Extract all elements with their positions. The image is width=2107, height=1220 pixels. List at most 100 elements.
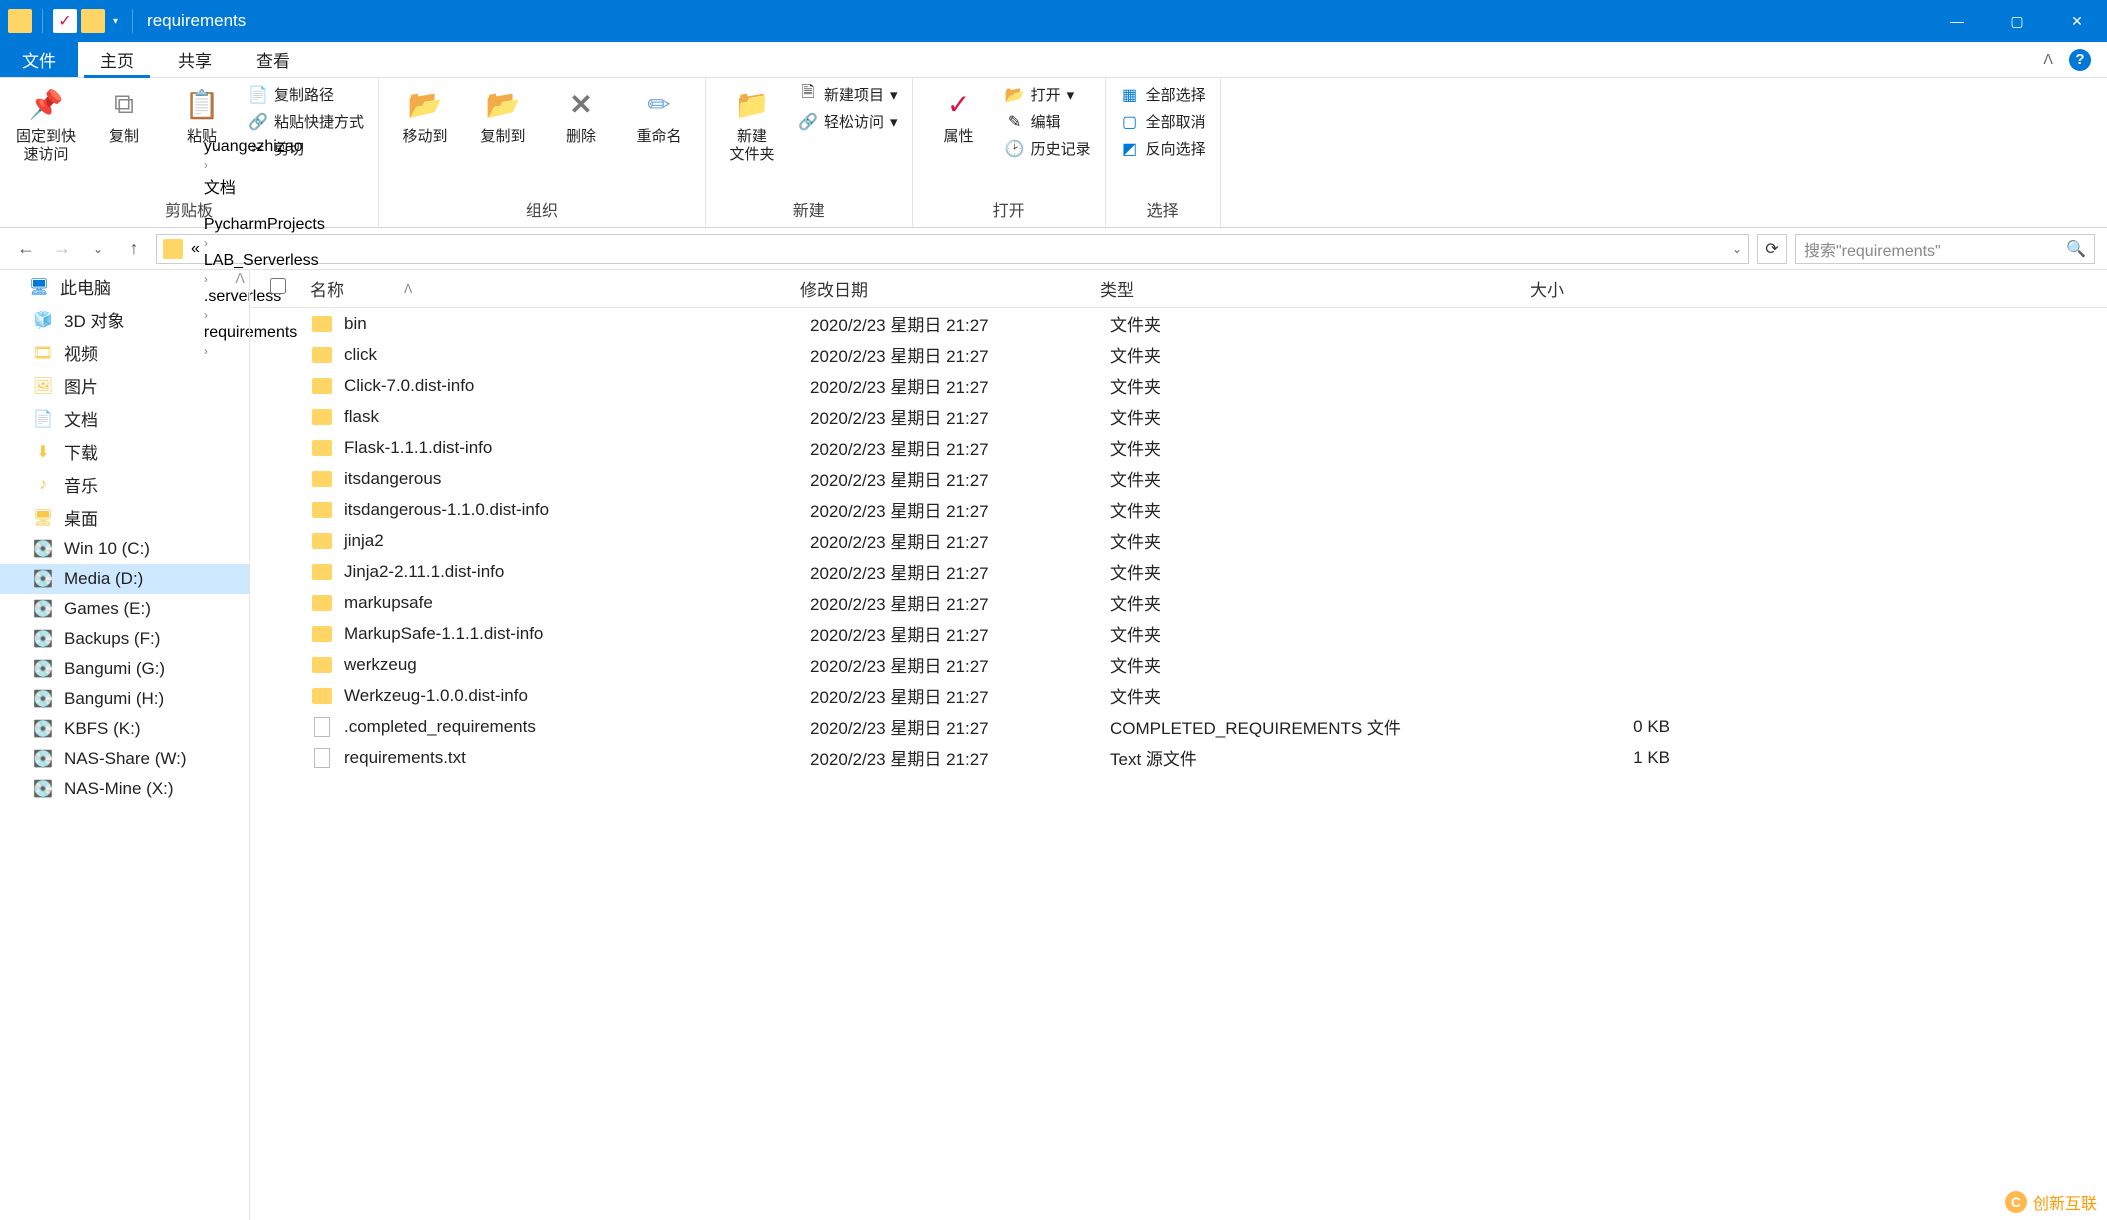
chevron-down-icon[interactable]: ⌄	[1732, 242, 1742, 256]
sidebar-item[interactable]: 🖼图片	[0, 369, 249, 402]
copy-to-button[interactable]: 📂 复制到	[471, 84, 535, 146]
sidebar-item[interactable]: 💽Bangumi (G:)	[0, 654, 249, 684]
file-size: 1 KB	[1540, 748, 1690, 768]
sidebar-item[interactable]: 💽Games (E:)	[0, 594, 249, 624]
select-all-button[interactable]: ▦全部选择	[1120, 84, 1206, 105]
col-date[interactable]: 修改日期	[800, 276, 1100, 301]
file-row[interactable]: bin2020/2/23 星期日 21:27文件夹	[250, 308, 2107, 339]
tab-home[interactable]: 主页	[78, 42, 156, 77]
file-row[interactable]: MarkupSafe-1.1.1.dist-info2020/2/23 星期日 …	[250, 618, 2107, 649]
refresh-button[interactable]: ⟳	[1757, 234, 1787, 264]
sidebar-item[interactable]: 💽KBFS (K:)	[0, 714, 249, 744]
maximize-button[interactable]: ▢	[1987, 0, 2047, 42]
scroll-up-icon[interactable]: ᐱ	[235, 270, 245, 287]
file-type: 文件夹	[1110, 466, 1540, 491]
easy-access-button[interactable]: 🔗轻松访问 ▾	[798, 111, 898, 132]
sidebar-item[interactable]: 💽Bangumi (H:)	[0, 684, 249, 714]
select-none-icon: ▢	[1120, 112, 1140, 132]
file-type: 文件夹	[1110, 497, 1540, 522]
file-row[interactable]: markupsafe2020/2/23 星期日 21:27文件夹	[250, 587, 2107, 618]
minimize-button[interactable]: —	[1927, 0, 1987, 42]
sidebar-item[interactable]: 💽Win 10 (C:)	[0, 534, 249, 564]
file-date: 2020/2/23 星期日 21:27	[810, 528, 1110, 553]
file-list: 名称ᐱ 修改日期 类型 大小 bin2020/2/23 星期日 21:27文件夹…	[250, 270, 2107, 1220]
sidebar-item[interactable]: 🎞视频	[0, 336, 249, 369]
file-row[interactable]: itsdangerous-1.1.0.dist-info2020/2/23 星期…	[250, 494, 2107, 525]
sidebar-item-label: Bangumi (H:)	[64, 689, 164, 709]
file-row[interactable]: Werkzeug-1.0.0.dist-info2020/2/23 星期日 21…	[250, 680, 2107, 711]
select-all-checkbox[interactable]	[270, 278, 286, 294]
tab-view[interactable]: 查看	[234, 42, 312, 77]
select-none-button[interactable]: ▢全部取消	[1120, 111, 1206, 132]
file-name: click	[344, 345, 810, 365]
qat-icon[interactable]: ✓	[53, 9, 77, 33]
music-icon: ♪	[32, 474, 54, 496]
forward-button[interactable]: →	[48, 235, 76, 263]
history-icon: 🕑	[1005, 139, 1025, 159]
properties-button[interactable]: ✓ 属性	[927, 84, 991, 146]
new-folder-button[interactable]: 📁 新建 文件夹	[720, 84, 784, 164]
address-bar[interactable]: « yuangezhizao › 文档 › PycharmProjects › …	[156, 234, 1749, 264]
delete-button[interactable]: ✕ 删除	[549, 84, 613, 146]
sidebar-item-label: Games (E:)	[64, 599, 151, 619]
file-row[interactable]: flask2020/2/23 星期日 21:27文件夹	[250, 401, 2107, 432]
file-row[interactable]: jinja22020/2/23 星期日 21:27文件夹	[250, 525, 2107, 556]
sidebar-item[interactable]: ♪音乐	[0, 468, 249, 501]
edit-button[interactable]: ✎编辑	[1005, 111, 1091, 132]
close-button[interactable]: ✕	[2047, 0, 2107, 42]
folder-icon	[310, 684, 334, 708]
back-button[interactable]: ←	[12, 235, 40, 263]
tab-share[interactable]: 共享	[156, 42, 234, 77]
paste-shortcut-button[interactable]: 🔗粘贴快捷方式	[248, 111, 364, 132]
col-name[interactable]: 名称ᐱ	[310, 276, 800, 301]
copy-path-button[interactable]: 📄复制路径	[248, 84, 364, 105]
pics-icon: 🖼	[32, 375, 54, 397]
recent-button[interactable]: ⌄	[84, 235, 112, 263]
file-row[interactable]: werkzeug2020/2/23 星期日 21:27文件夹	[250, 649, 2107, 680]
new-item-button[interactable]: 🗎新建项目 ▾	[798, 84, 898, 105]
history-button[interactable]: 🕑历史记录	[1005, 138, 1091, 159]
breadcrumb-item[interactable]: 文档	[204, 174, 325, 198]
open-icon: 📂	[1005, 85, 1025, 105]
move-to-button[interactable]: 📂 移动到	[393, 84, 457, 146]
file-row[interactable]: Jinja2-2.11.1.dist-info2020/2/23 星期日 21:…	[250, 556, 2107, 587]
tab-file[interactable]: 文件	[0, 42, 78, 77]
file-row[interactable]: requirements.txt2020/2/23 星期日 21:27Text …	[250, 742, 2107, 773]
invert-button[interactable]: ◩反向选择	[1120, 138, 1206, 159]
col-size[interactable]: 大小	[1530, 276, 1680, 301]
folder-icon	[310, 436, 334, 460]
new-item-icon: 🗎	[798, 85, 818, 105]
sidebar-item[interactable]: 📄文档	[0, 402, 249, 435]
file-row[interactable]: Click-7.0.dist-info2020/2/23 星期日 21:27文件…	[250, 370, 2107, 401]
sidebar-item[interactable]: 🖥此电脑	[0, 270, 249, 303]
sidebar-item[interactable]: 💽Backups (F:)	[0, 624, 249, 654]
sidebar-item[interactable]: 💽Media (D:)	[0, 564, 249, 594]
breadcrumb-item[interactable]: yuangezhizao	[204, 138, 325, 156]
file-row[interactable]: Flask-1.1.1.dist-info2020/2/23 星期日 21:27…	[250, 432, 2107, 463]
copy-button[interactable]: ⧉ 复制	[92, 84, 156, 146]
pin-button[interactable]: 📌 固定到快 速访问	[14, 84, 78, 164]
sidebar-item-label: Backups (F:)	[64, 629, 160, 649]
search-icon: 🔍	[2066, 239, 2086, 259]
sidebar-item[interactable]: 🖥桌面	[0, 501, 249, 534]
up-button[interactable]: ↑	[120, 235, 148, 263]
open-button[interactable]: 📂打开 ▾	[1005, 84, 1091, 105]
file-type: 文件夹	[1110, 373, 1540, 398]
search-input[interactable]: 搜索"requirements" 🔍	[1795, 234, 2095, 264]
rename-button[interactable]: ✏ 重命名	[627, 84, 691, 146]
sidebar-item[interactable]: 💽NAS-Share (W:)	[0, 744, 249, 774]
col-type[interactable]: 类型	[1100, 276, 1530, 301]
breadcrumb-item[interactable]: PycharmProjects	[204, 216, 325, 234]
invert-icon: ◩	[1120, 139, 1140, 159]
file-row[interactable]: click2020/2/23 星期日 21:27文件夹	[250, 339, 2107, 370]
file-row[interactable]: itsdangerous2020/2/23 星期日 21:27文件夹	[250, 463, 2107, 494]
collapse-ribbon-icon[interactable]: ᐱ	[2043, 51, 2053, 68]
sidebar-item[interactable]: 🧊3D 对象	[0, 303, 249, 336]
sidebar-item[interactable]: 💽NAS-Mine (X:)	[0, 774, 249, 804]
chevron-down-icon[interactable]: ▾	[113, 16, 118, 27]
drive-icon: 💽	[32, 658, 54, 680]
help-icon[interactable]: ?	[2069, 49, 2091, 71]
breadcrumb-item[interactable]: LAB_Serverless	[204, 252, 325, 270]
sidebar-item[interactable]: ⬇下载	[0, 435, 249, 468]
file-row[interactable]: .completed_requirements2020/2/23 星期日 21:…	[250, 711, 2107, 742]
